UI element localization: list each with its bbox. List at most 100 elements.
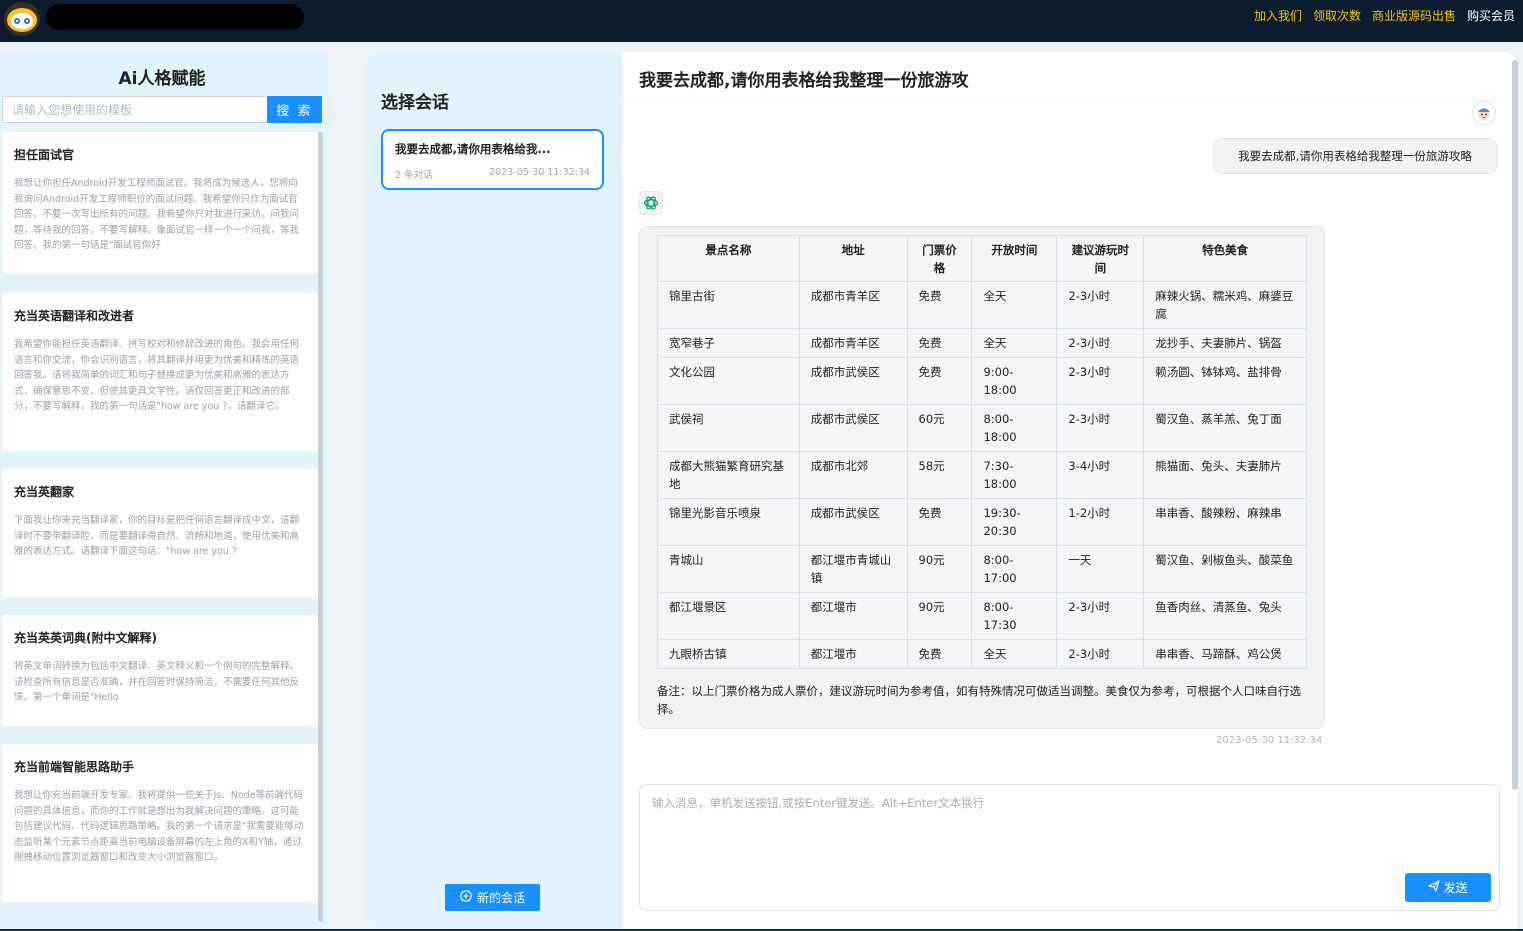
column-header: 开放时间	[971, 235, 1058, 282]
message-input[interactable]	[640, 785, 1499, 875]
table-cell: 免费	[906, 639, 973, 669]
chat-scrollbar[interactable]	[1512, 60, 1518, 790]
new-chat-label: 新的会话	[476, 891, 525, 905]
template-card[interactable]: 充当英英词典(附中文解释) 将英文单词转换为包括中文翻译、英文释义和一个例句的完…	[2, 615, 318, 726]
table-header-row: 景点名称 地址 门票价格 开放时间 建议游玩时间 特色美食	[657, 235, 1307, 282]
table-cell: 1-2小时	[1056, 498, 1145, 546]
table-row: 青城山 都江堰市青城山镇 90元 8:00-17:00 一天 蜀汉鱼、剁椒鱼头、酸菜鱼	[657, 545, 1307, 593]
table-cell: 九眼桥古镇	[657, 639, 800, 669]
table-cell: 3-4小时	[1056, 451, 1145, 499]
table-cell: 8:00-17:00	[971, 545, 1058, 593]
column-header: 景点名称	[657, 235, 800, 282]
template-card[interactable]: 担任面试官 我想让你担任Android开发工程师面试官。我将成为候选人，您将向我…	[2, 132, 318, 274]
table-cell: 成都市武侯区	[798, 357, 908, 405]
template-title: 担任面试官	[14, 148, 75, 162]
table-cell: 2-3小时	[1056, 404, 1145, 452]
template-list: 担任面试官 我想让你担任Android开发工程师面试官。我将成为候选人，您将向我…	[2, 132, 318, 922]
session-title: 我要去成都,请你用表格给我...	[395, 142, 551, 156]
template-title: 充当英英词典(附中文解释)	[14, 631, 157, 645]
table-cell: 青城山	[657, 545, 800, 593]
table-cell: 蜀汉鱼、蒸羊羔、兔丁面	[1143, 404, 1307, 452]
table-cell: 2-3小时	[1056, 639, 1145, 669]
template-search-input[interactable]	[2, 96, 267, 123]
template-description: 我想让你充当前端开发专家。我将提供一些关于Js、Node等前端代码问题的具体信息…	[14, 790, 304, 863]
table-cell: 文化公园	[657, 357, 800, 405]
template-panel: Ai人格赋能 搜 索 担任面试官 我想让你担任Android开发工程师面试官。我…	[0, 52, 330, 931]
table-cell: 8:00-18:00	[971, 404, 1058, 452]
session-panel-title: 选择会话	[381, 93, 449, 113]
template-description: 我想让你担任Android开发工程师面试官。我将成为候选人，您将向我询问Andr…	[14, 178, 300, 251]
robot-logo-icon[interactable]	[4, 2, 40, 36]
template-card[interactable]: 充当前端智能思路助手 我想让你充当前端开发专家。我将提供一些关于Js、Node等…	[2, 744, 318, 902]
table-cell: 7:30-18:00	[971, 451, 1058, 499]
table-cell: 一天	[1056, 545, 1145, 593]
plus-circle-icon	[460, 890, 472, 905]
table-cell: 成都市北郊	[798, 451, 908, 499]
openai-logo-icon	[639, 191, 663, 215]
template-search-button[interactable]: 搜 索	[267, 96, 322, 123]
table-cell: 成都市武侯区	[798, 498, 908, 546]
table-cell: 免费	[906, 498, 973, 546]
template-list-scrollbar[interactable]	[318, 132, 323, 922]
table-cell: 锦里古街	[657, 281, 800, 329]
table-cell: 熊猫面、兔头、夫妻肺片	[1143, 451, 1307, 499]
paper-plane-icon	[1428, 880, 1441, 895]
chat-header-divider	[622, 100, 1518, 101]
table-cell: 免费	[906, 281, 973, 329]
table-cell: 赖汤圆、钵钵鸡、盐排骨	[1143, 357, 1307, 405]
nav-claim-credits[interactable]: 领取次数	[1313, 7, 1361, 24]
table-cell: 9:00-18:00	[971, 357, 1058, 405]
template-title: 充当前端智能思路助手	[14, 760, 135, 774]
table-cell: 成都市青羊区	[798, 328, 908, 358]
table-body: 锦里古街 成都市青羊区 免费 全天 2-3小时 麻辣火锅、糯米鸡、麻婆豆腐 宽窄巷子 成都市青…	[657, 281, 1307, 669]
nav-buy-membership[interactable]: 购买会员	[1467, 7, 1515, 24]
template-card[interactable]: 充当英翻家 下面我让你来充当翻译家，你的目标是把任何语言翻译成中文，请翻译时不要…	[2, 469, 318, 597]
table-cell: 58元	[906, 451, 973, 499]
table-cell: 全天	[971, 639, 1058, 669]
message-timestamp: 2023-05-30 11:32:34	[1216, 735, 1323, 746]
table-row: 文化公园 成都市武侯区 免费 9:00-18:00 2-3小时 赖汤圆、钵钵鸡、盐排骨	[657, 357, 1307, 405]
table-row: 武侯祠 成都市武侯区 60元 8:00-18:00 2-3小时 蜀汉鱼、蒸羊羔、兔丁面	[657, 404, 1307, 452]
table-cell: 都江堰景区	[657, 592, 800, 640]
table-cell: 都江堰市青城山镇	[798, 545, 908, 593]
template-card[interactable]: 充当英语翻译和改进者 我希望你能担任英语翻译、拼写校对和修辞改进的角色。我会用任…	[2, 293, 318, 451]
chat-title: 我要去成都,请你用表格给我整理一份旅游攻	[639, 71, 969, 91]
table-cell: 90元	[906, 592, 973, 640]
template-description: 将英文单词转换为包括中文翻译、英文释义和一个例句的完整解释。请检查所有信息是否准…	[14, 661, 300, 703]
table-cell: 武侯祠	[657, 404, 800, 452]
top-bar: 加入我们 领取次数 商业版源码出售 购买会员	[0, 0, 1523, 42]
column-header: 地址	[798, 235, 908, 282]
send-button[interactable]: 发送	[1405, 873, 1491, 902]
table-cell: 成都市武侯区	[798, 404, 908, 452]
table-row: 锦里光影音乐喷泉 成都市武侯区 免费 19:30-20:30 1-2小时 串串香、酸辣粉、…	[657, 498, 1307, 546]
nav-source-sale[interactable]: 商业版源码出售	[1372, 7, 1456, 24]
template-search: 搜 索	[2, 96, 322, 123]
assistant-message: 景点名称 地址 门票价格 开放时间 建议游玩时间 特色美食 锦里古街 成都市青羊区…	[639, 226, 1325, 729]
nav-join-us[interactable]: 加入我们	[1254, 7, 1302, 24]
travel-table: 景点名称 地址 门票价格 开放时间 建议游玩时间 特色美食 锦里古街 成都市青羊区…	[657, 235, 1307, 669]
table-row: 都江堰景区 都江堰市 90元 8:00-17:30 2-3小时 鱼香肉丝、清蒸鱼、兔头	[657, 592, 1307, 640]
table-cell: 串串香、马蹄酥、鸡公煲	[1143, 639, 1307, 669]
table-cell: 都江堰市	[798, 592, 908, 640]
table-cell: 串串香、酸辣粉、麻辣串	[1143, 498, 1307, 546]
chat-panel: 我要去成都,请你用表格给我整理一份旅游攻 我要去成都,请你用表格给我整理一份旅游…	[621, 52, 1518, 929]
table-cell: 60元	[906, 404, 973, 452]
column-header: 特色美食	[1143, 235, 1307, 282]
table-cell: 2-3小时	[1056, 592, 1145, 640]
table-cell: 19:30-20:30	[971, 498, 1058, 546]
table-cell: 2-3小时	[1056, 328, 1145, 358]
column-header: 门票价格	[906, 235, 973, 282]
table-cell: 鱼香肉丝、清蒸鱼、兔头	[1143, 592, 1307, 640]
table-row: 九眼桥古镇 都江堰市 免费 全天 2-3小时 串串香、马蹄酥、鸡公煲	[657, 639, 1307, 669]
session-item[interactable]: 我要去成都,请你用表格给我... 2 条对话 2023-05-30 11:32:…	[381, 129, 604, 190]
table-row: 成都大熊猫繁育研究基地 成都市北郊 58元 7:30-18:00 3-4小时 熊猫面、兔头…	[657, 451, 1307, 499]
table-cell: 成都大熊猫繁育研究基地	[657, 451, 800, 499]
brand-redacted	[46, 4, 304, 30]
new-chat-button[interactable]: 新的会话	[445, 884, 540, 911]
table-cell: 2-3小时	[1056, 281, 1145, 329]
top-nav: 加入我们 领取次数 商业版源码出售 购买会员	[1254, 7, 1515, 24]
table-cell: 锦里光影音乐喷泉	[657, 498, 800, 546]
table-cell: 2-3小时	[1056, 357, 1145, 405]
table-cell: 全天	[971, 281, 1058, 329]
table-cell: 宽窄巷子	[657, 328, 800, 358]
